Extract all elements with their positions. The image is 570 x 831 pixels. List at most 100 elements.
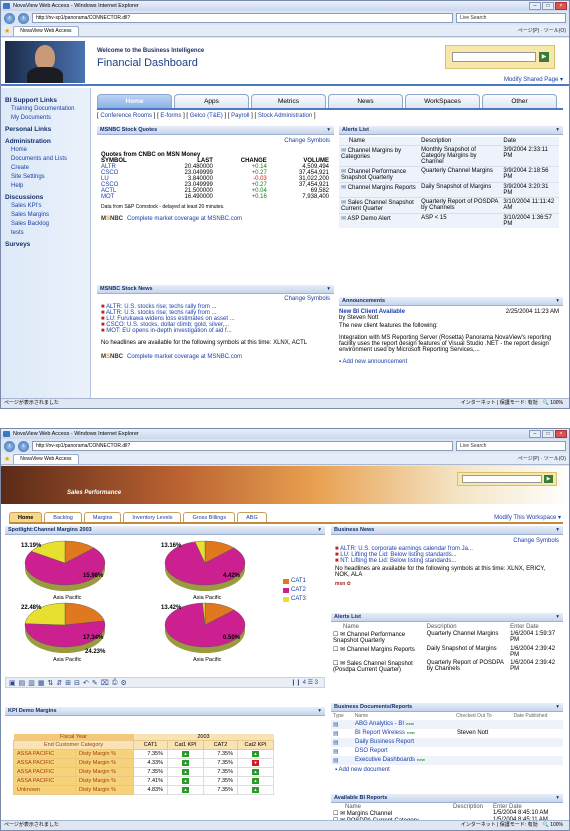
- sidebar-heading[interactable]: Administration: [5, 138, 90, 145]
- sidebar-heading[interactable]: Surveys: [5, 241, 90, 248]
- document-name[interactable]: Daily Business Report: [355, 739, 457, 746]
- close-button[interactable]: ×: [555, 2, 567, 10]
- document-name[interactable]: Executive Dashboards new: [355, 757, 457, 764]
- chevron-down-icon[interactable]: ▾: [556, 297, 559, 305]
- go-icon[interactable]: ▶: [539, 52, 549, 62]
- sidebar-item[interactable]: Sales Margins: [11, 212, 81, 218]
- row-header[interactable]: ASSA PACIFIC: [13, 767, 76, 777]
- maximize-button[interactable]: □: [542, 430, 554, 438]
- market-coverage-link[interactable]: Complete market coverage at MSNBC.com: [127, 216, 242, 222]
- table-row[interactable]: ✉ ASP Demo Alert ASP < 15 3/10/2004 1:36:5…: [339, 213, 559, 228]
- row-header[interactable]: ASSA PACIFIC: [13, 758, 76, 768]
- row-header[interactable]: Disty Margin %: [75, 785, 134, 795]
- site-search-input[interactable]: [462, 475, 542, 483]
- row-header[interactable]: Disty Margin %: [75, 767, 134, 777]
- back-icon[interactable]: ‹: [4, 440, 15, 452]
- tab-apps[interactable]: Apps: [174, 94, 249, 108]
- page-menu[interactable]: ページ(P): [518, 456, 540, 462]
- document-row[interactable]: ▤ ABG Analytics - BI new: [331, 720, 563, 729]
- quick-link[interactable]: Conference Rooms: [100, 113, 152, 119]
- minimize-button[interactable]: –: [529, 430, 541, 438]
- add-document-link[interactable]: ▪ Add new document: [335, 767, 563, 773]
- sidebar-heading[interactable]: Personal Links: [5, 126, 90, 133]
- chevron-down-icon[interactable]: ▾: [556, 794, 559, 802]
- toolbar-icon[interactable]: ⊟: [74, 679, 80, 687]
- modify-workspace-link[interactable]: Modify This Workspace ▾: [494, 514, 561, 521]
- tab-home[interactable]: Home: [97, 94, 172, 108]
- toolbar-icon[interactable]: ⌧: [101, 679, 109, 687]
- sidebar-item[interactable]: Sales Backlog: [11, 221, 81, 227]
- sidebar-item[interactable]: Documents and Lists: [11, 156, 81, 162]
- market-coverage-link[interactable]: Complete market coverage at MSNBC.com: [127, 354, 242, 360]
- tab-workspaces[interactable]: WorkSpaces: [405, 94, 480, 108]
- row-header[interactable]: ASSA PACIFIC: [13, 776, 76, 786]
- sidebar-item[interactable]: Create: [11, 165, 81, 171]
- tab-abg[interactable]: ABG: [237, 512, 267, 522]
- toolbar-icon[interactable]: ▦: [38, 679, 45, 687]
- sidebar-item[interactable]: Training Documentation: [11, 106, 81, 112]
- sidebar-item[interactable]: My Documents: [11, 115, 81, 121]
- tab-news[interactable]: News: [328, 94, 403, 108]
- document-row[interactable]: ▤ Executive Dashboards new: [331, 756, 563, 765]
- add-announcement-link[interactable]: ▪ Add new announcement: [339, 359, 563, 365]
- forward-icon[interactable]: ›: [18, 12, 29, 24]
- browser-tab[interactable]: NovaView Web Access: [13, 453, 79, 464]
- table-row[interactable]: ✉ Channel Margins by Categories Monthly S…: [339, 145, 559, 167]
- go-icon[interactable]: ▶: [544, 475, 553, 483]
- document-row[interactable]: ▤ DSO Report: [331, 747, 563, 756]
- table-row[interactable]: ✉ Sales Channel Snapshot Current Quarter…: [339, 197, 559, 214]
- document-name[interactable]: DSO Report: [355, 748, 457, 755]
- table-row[interactable]: ☐ ✉ Channel Performance Snapshot Quarter…: [331, 630, 561, 645]
- row-header[interactable]: Disty Margin %: [75, 758, 134, 768]
- document-name[interactable]: ABG Analytics - BI new: [355, 721, 457, 728]
- toolbar-icon[interactable]: ⊞: [65, 679, 71, 687]
- minimize-button[interactable]: –: [529, 2, 541, 10]
- row-header[interactable]: ASSA PACIFIC: [13, 749, 76, 759]
- page-menu[interactable]: ページ(P): [518, 28, 540, 34]
- document-row[interactable]: ▤ Daily Business Report: [331, 738, 563, 747]
- tools-menu[interactable]: ツール(O): [544, 456, 566, 462]
- sidebar-item[interactable]: Site Settings: [11, 174, 81, 180]
- tab-metrics[interactable]: Metrics: [251, 94, 326, 108]
- news-item[interactable]: ■ NT: Lifting the Lid: Below listing sta…: [335, 558, 563, 564]
- sidebar-item[interactable]: Home: [11, 147, 81, 153]
- table-row[interactable]: ☐ ✉ Channel Margins Reports Daily Snapsho…: [331, 645, 561, 659]
- document-row[interactable]: ▤ BI Report Wireless new Steven Nott: [331, 729, 563, 738]
- back-icon[interactable]: ‹: [4, 12, 15, 24]
- sidebar-item[interactable]: Sales KPI's: [11, 203, 81, 209]
- chevron-down-icon[interactable]: ▾: [556, 613, 559, 621]
- stock-cell[interactable]: MOT: [101, 194, 154, 200]
- toolbar-icon[interactable]: ▤: [19, 679, 26, 687]
- quick-link[interactable]: E-forms: [160, 113, 181, 119]
- toolbar-icon[interactable]: ↶: [83, 679, 89, 687]
- change-symbols-link[interactable]: Change Symbols: [97, 138, 334, 144]
- sidebar-heading[interactable]: BI Support Links: [5, 97, 90, 104]
- favorites-star-icon[interactable]: ★: [4, 27, 10, 35]
- zoom-level[interactable]: 100%: [550, 400, 563, 406]
- tab-inventory-levels[interactable]: Inventory Levels: [123, 512, 182, 522]
- favorites-star-icon[interactable]: ★: [4, 455, 10, 463]
- sidebar-heading[interactable]: Discussions: [5, 194, 90, 201]
- chevron-down-icon[interactable]: ▾: [556, 526, 559, 534]
- toolbar-icon[interactable]: ▣: [9, 679, 16, 687]
- chevron-down-icon[interactable]: ▾: [327, 285, 330, 293]
- maximize-button[interactable]: □: [542, 2, 554, 10]
- chevron-down-icon[interactable]: ▾: [556, 126, 559, 134]
- news-item[interactable]: ■ MOT: EU opens in-depth investigation o…: [101, 328, 334, 334]
- change-symbols-link[interactable]: Change Symbols: [331, 538, 563, 544]
- browser-tab[interactable]: NovaView Web Access: [13, 25, 79, 36]
- chevron-down-icon[interactable]: ▾: [318, 707, 321, 715]
- close-button[interactable]: ×: [555, 430, 567, 438]
- quick-link[interactable]: Gelco (T&E): [190, 113, 223, 119]
- tab-home[interactable]: Home: [9, 512, 43, 522]
- row-header[interactable]: Unknown: [13, 785, 76, 795]
- table-row[interactable]: ☐ ✉ Sales Channel Snapshot (Posdpa Curre…: [331, 659, 561, 674]
- toolbar-icon[interactable]: ⇵: [56, 679, 62, 687]
- change-symbols-link[interactable]: Change Symbols: [97, 296, 334, 302]
- toolbar-icon[interactable]: ⚙: [120, 679, 126, 687]
- search-input[interactable]: Live Search: [456, 441, 566, 451]
- chevron-down-icon[interactable]: ▾: [327, 126, 330, 134]
- tools-menu[interactable]: ツール(O): [544, 28, 566, 34]
- zoom-level[interactable]: 100%: [550, 822, 563, 828]
- row-header[interactable]: Disty Margin %: [75, 776, 134, 786]
